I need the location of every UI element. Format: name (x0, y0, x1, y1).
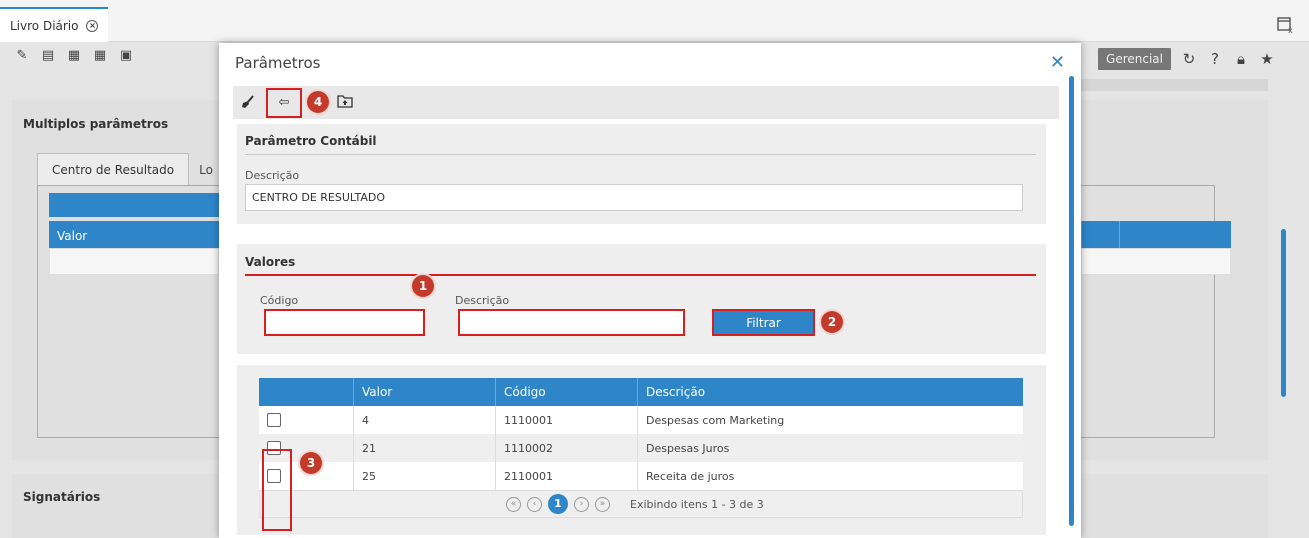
tab-livro-diario[interactable]: Livro Diário × (0, 7, 109, 42)
cell-descricao: Receita de juros (646, 469, 735, 483)
header-codigo[interactable]: Código (496, 378, 638, 406)
next-page-icon[interactable]: › (574, 496, 589, 512)
folder-icon[interactable]: ▣ (118, 48, 134, 64)
table-row (1081, 248, 1231, 275)
tab-centro-resultado[interactable]: Centro de Resultado (37, 153, 190, 186)
tab-lo[interactable]: Lo (189, 153, 223, 186)
divider (245, 154, 1036, 155)
cell-codigo: 1110002 (496, 434, 638, 462)
step-badge-2: 2 (821, 311, 843, 333)
row-checkbox[interactable] (267, 413, 281, 427)
table-row[interactable]: 25 2110001 Receita de juros (259, 462, 1023, 490)
header-right (1081, 221, 1231, 248)
step-badge-4: 4 (307, 91, 329, 113)
prev-page-icon[interactable]: ‹ (527, 496, 542, 512)
broom-icon[interactable]: ✎ (14, 48, 30, 64)
valores-section: Valores 1 Código Descrição Filtrar 2 (237, 244, 1046, 354)
cell-valor: 4 (354, 406, 496, 434)
pagination: « ‹ 1 › » Exibindo itens 1 - 3 de 3 (259, 490, 1023, 518)
table-row (49, 248, 219, 275)
panel-toolbar (49, 193, 219, 217)
help-icon[interactable]: ? (1207, 51, 1223, 67)
background-strip (1081, 79, 1268, 91)
valores-grid: Valor Código Descrição 4 1110001 Despesa… (259, 378, 1023, 518)
modal-title: Parâmetros (235, 54, 321, 72)
checkbox-highlight (262, 449, 292, 531)
cell-descricao: Despesas com Marketing (646, 413, 785, 427)
descricao-input[interactable] (458, 309, 685, 336)
cell-descricao: Despesas Juros (646, 441, 730, 455)
tab-label: Livro Diário (10, 18, 79, 33)
step-badge-3: 3 (300, 452, 322, 474)
close-tab-icon[interactable]: × (86, 19, 99, 32)
export-pdf-icon[interactable]: ▦ (66, 48, 82, 64)
pagination-info: Exibindo itens 1 - 3 de 3 (630, 497, 764, 511)
page-scrollbar[interactable] (1281, 229, 1286, 397)
last-page-icon[interactable]: » (595, 496, 610, 512)
section-title: Parâmetro Contábil (245, 134, 377, 148)
svg-text:x: x (1288, 26, 1293, 34)
star-icon[interactable]: ★ (1259, 51, 1275, 67)
page-number[interactable]: 1 (548, 494, 568, 514)
codigo-label: Código (260, 294, 299, 307)
descricao-field[interactable]: CENTRO DE RESULTADO (245, 184, 1023, 211)
filtrar-button[interactable]: Filtrar (712, 309, 815, 336)
broom-icon[interactable] (239, 94, 257, 112)
step-badge-1: 1 (412, 275, 434, 297)
main-toolbar: ✎ ▤ ▦ ▦ ▣ (14, 48, 134, 64)
header-select (259, 378, 354, 406)
section-signatarios-title: Signatários (23, 490, 101, 504)
grid-header: Valor Código Descrição (259, 378, 1023, 406)
section-title: Valores (245, 255, 296, 269)
tab-bar: Livro Diário × x (0, 0, 1309, 42)
close-all-tabs-icon[interactable]: x (1277, 16, 1295, 34)
cell-valor: 25 (354, 462, 496, 490)
modal-scrollbar[interactable] (1069, 76, 1074, 526)
right-tools: Gerencial ↻ ? 🔒︎ ★ (1098, 48, 1275, 70)
descricao-label: Descrição (245, 169, 300, 182)
lock-icon[interactable]: 🔒︎ (1233, 51, 1249, 67)
cell-codigo: 2110001 (496, 462, 638, 490)
header-valor: Valor (49, 221, 219, 248)
cell-valor: 21 (354, 434, 496, 462)
parametros-modal: Parâmetros ✕ ⇦ 4 Parâmetro Contábil Desc… (219, 43, 1081, 538)
header-descricao[interactable]: Descrição (638, 378, 1023, 406)
divider-highlight (245, 274, 1036, 276)
folder-icon[interactable] (336, 94, 354, 112)
table-row[interactable]: 21 1110002 Despesas Juros (259, 434, 1023, 462)
cell-codigo: 1110001 (496, 406, 638, 434)
refresh-icon[interactable]: ↻ (1181, 51, 1197, 67)
header-valor[interactable]: Valor (354, 378, 496, 406)
table-row[interactable]: 4 1110001 Despesas com Marketing (259, 406, 1023, 434)
first-page-icon[interactable]: « (506, 496, 521, 512)
document-icon[interactable]: ▤ (40, 48, 56, 64)
back-arrow-icon[interactable]: ⇦ (275, 94, 293, 112)
gerencial-button[interactable]: Gerencial (1098, 48, 1171, 70)
parameter-tabs: Centro de Resultado Lo (37, 153, 223, 186)
section-multiplos-title: Multiplos parâmetros (23, 117, 169, 131)
modal-toolbar: ⇦ 4 (233, 86, 1059, 119)
export-doc-icon[interactable]: ▦ (92, 48, 108, 64)
valores-grid-section: Valor Código Descrição 4 1110001 Despesa… (237, 365, 1046, 535)
close-icon[interactable]: ✕ (1050, 52, 1065, 73)
parametro-contabil-section: Parâmetro Contábil Descrição CENTRO DE R… (237, 124, 1046, 224)
codigo-input[interactable] (264, 309, 425, 336)
filter-descricao-label: Descrição (455, 294, 510, 307)
